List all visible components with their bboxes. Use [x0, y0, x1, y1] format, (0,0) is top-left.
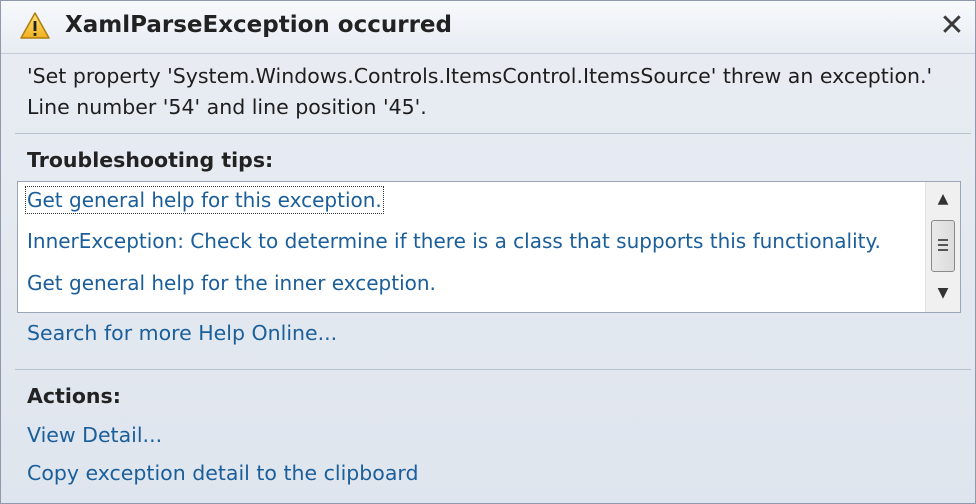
warning-icon [20, 12, 50, 39]
search-help-online-link[interactable]: Search for more Help Online... [27, 321, 337, 345]
troubleshooting-heading: Troubleshooting tips: [27, 148, 274, 172]
dialog-titlebar: XamlParseException occurred ✕ [1, 1, 975, 54]
tip-link-general-help[interactable]: Get general help for this exception. [25, 186, 384, 214]
message-line-1: 'Set property 'System.Windows.Controls.I… [27, 64, 933, 88]
view-detail-link[interactable]: View Detail... [27, 423, 162, 447]
actions-heading: Actions: [27, 384, 121, 408]
tips-scrollbar[interactable]: ▲ ▼ [925, 182, 960, 312]
copy-to-clipboard-link[interactable]: Copy exception detail to the clipboard [27, 461, 418, 485]
tip-link-inner-exception-help[interactable]: Get general help for the inner exception… [27, 271, 436, 295]
divider [15, 369, 971, 370]
tip-link-inner-exception-check[interactable]: InnerException: Check to determine if th… [27, 229, 881, 253]
exception-message: 'Set property 'System.Windows.Controls.I… [27, 61, 932, 123]
message-line-2: Line number '54' and line position '45'. [27, 95, 427, 119]
close-button[interactable]: ✕ [933, 7, 971, 45]
dialog-title: XamlParseException occurred [65, 12, 452, 38]
scroll-up-arrow-icon[interactable]: ▲ [926, 184, 960, 214]
divider [15, 133, 971, 134]
grip-line [938, 244, 948, 246]
scroll-down-arrow-icon[interactable]: ▼ [926, 278, 960, 308]
grip-line [938, 239, 948, 241]
troubleshooting-tips-list[interactable]: Get general help for this exception. Inn… [17, 181, 961, 313]
exception-dialog: XamlParseException occurred ✕ 'Set prope… [0, 0, 976, 504]
grip-line [938, 249, 948, 251]
scroll-thumb[interactable] [931, 220, 955, 272]
